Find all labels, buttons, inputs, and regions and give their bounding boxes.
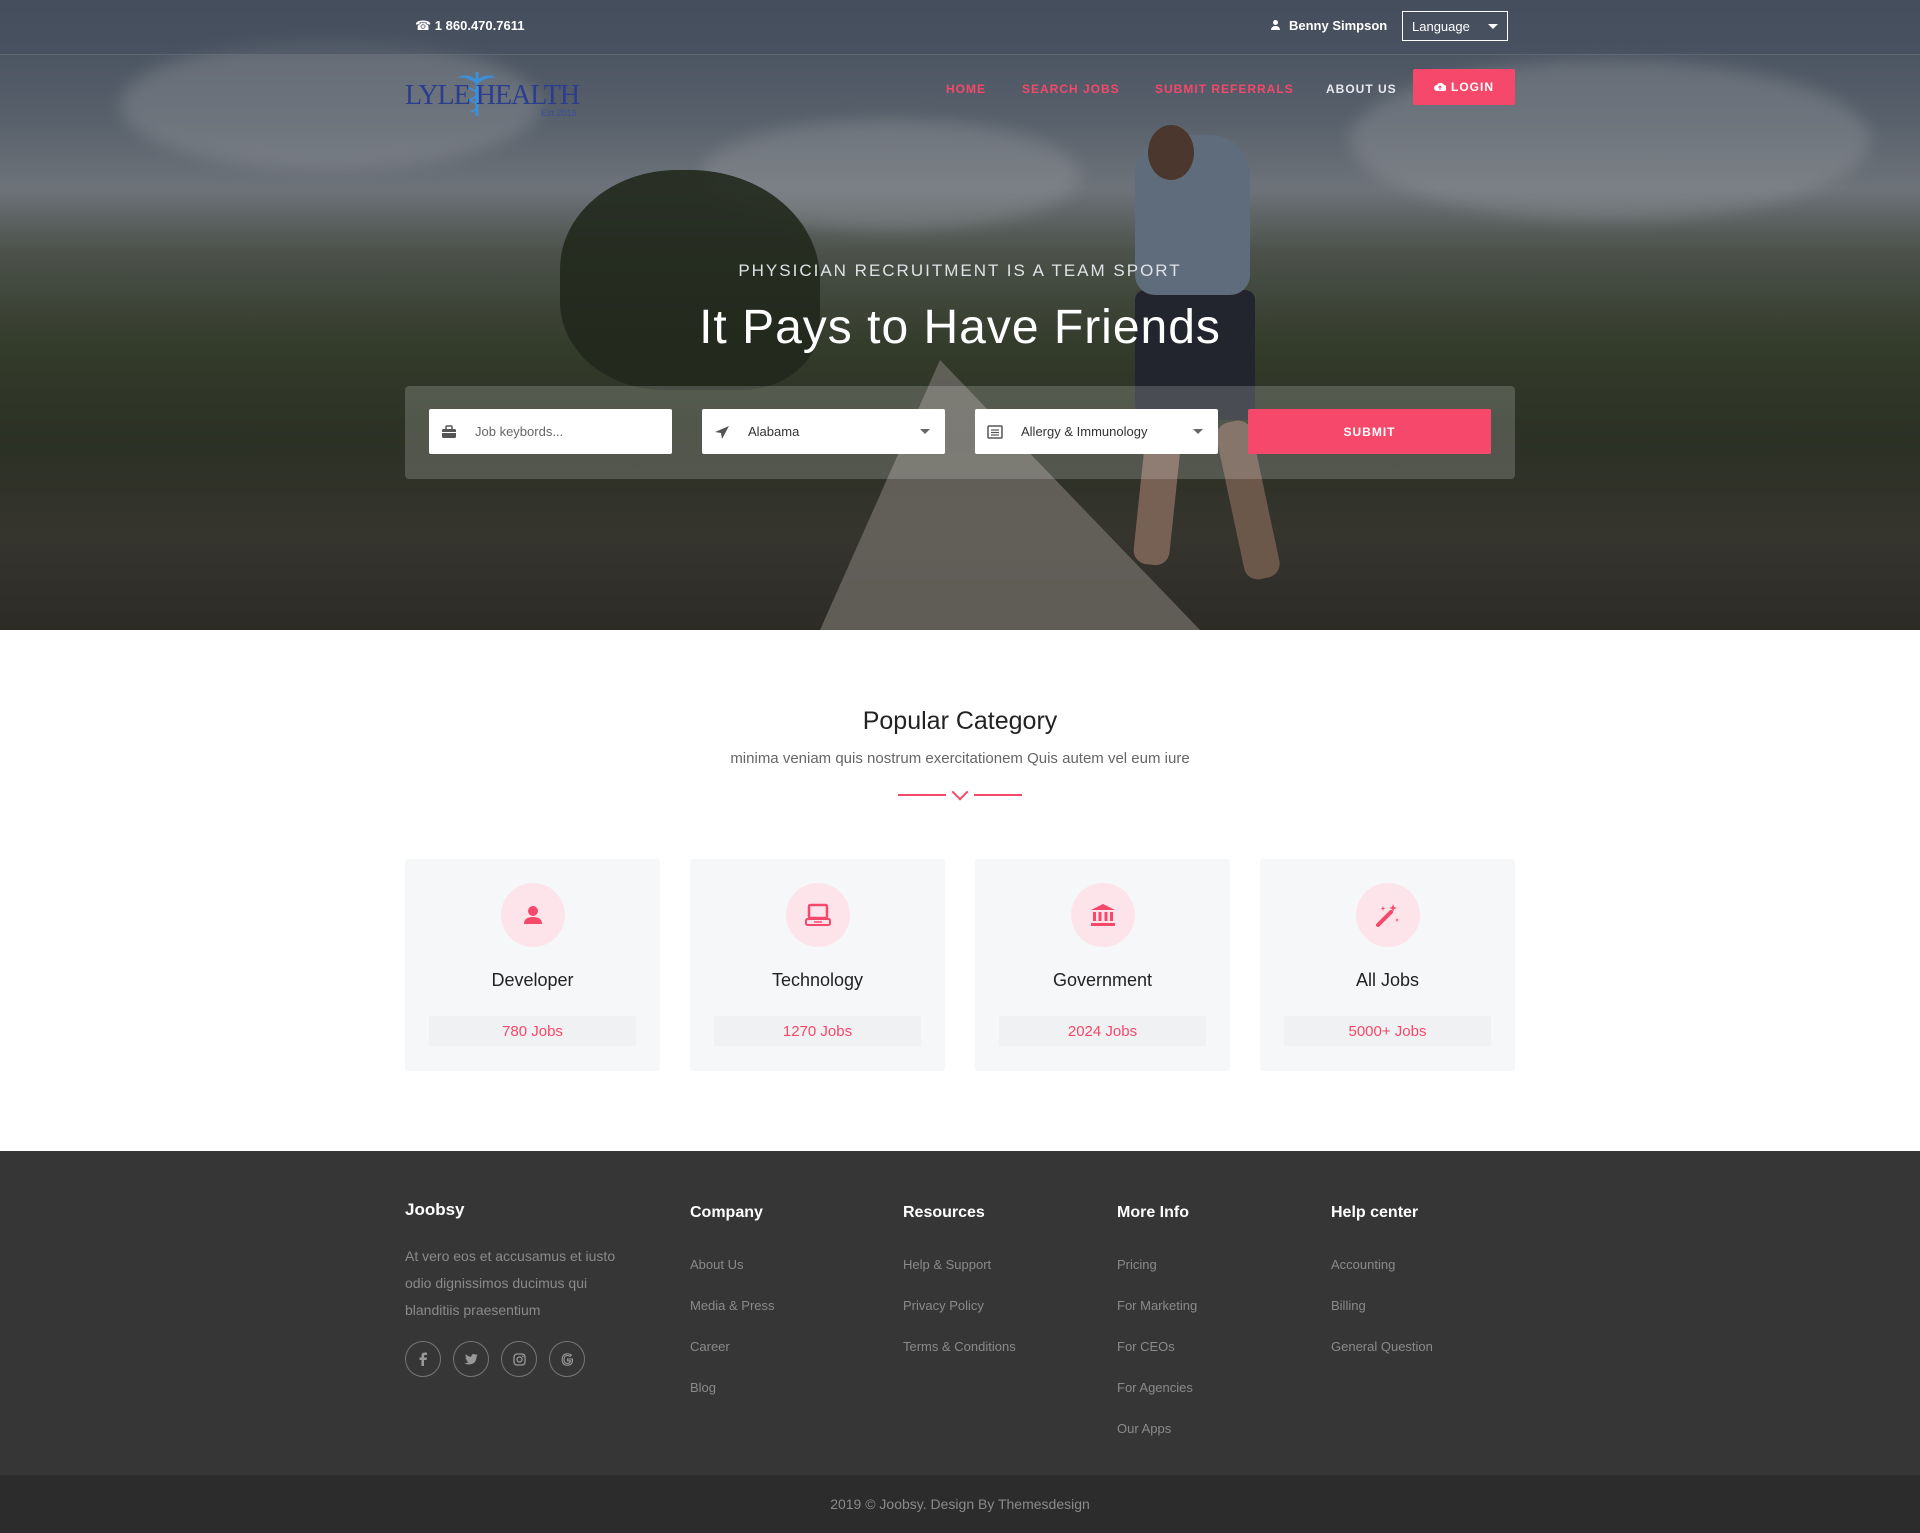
- phone-number[interactable]: ☎ 1 860.470.7611: [415, 18, 524, 34]
- state-select[interactable]: Alabama: [702, 409, 945, 454]
- chevron-down-icon: [1193, 429, 1203, 434]
- hero-tagline: PHYSICIAN RECRUITMENT IS A TEAM SPORT: [738, 261, 1182, 280]
- briefcase-icon: [442, 424, 456, 438]
- location-arrow-icon: [715, 425, 729, 439]
- chevron-down-icon: [920, 429, 930, 434]
- laptop-icon: [805, 903, 831, 926]
- bank-icon: [1091, 904, 1115, 926]
- footer-link-for-ceos[interactable]: For CEOs: [1117, 1339, 1175, 1354]
- caret-down-icon: [1488, 23, 1498, 29]
- category-card-technology[interactable]: Technology 1270 Jobs: [690, 859, 945, 1071]
- category-card-all-jobs[interactable]: All Jobs 5000+ Jobs: [1260, 859, 1515, 1071]
- category-count: 2024 Jobs: [999, 1016, 1206, 1046]
- footer-link-pricing[interactable]: Pricing: [1117, 1257, 1157, 1272]
- user-name: Benny Simpson: [1289, 18, 1388, 33]
- footer-bottom-bar: 2019 © Joobsy. Design By Themesdesign: [0, 1475, 1920, 1533]
- footer-link-general-question[interactable]: General Question: [1331, 1339, 1433, 1354]
- category-name: Technology: [771, 970, 864, 990]
- category-card-government[interactable]: Government 2024 Jobs: [975, 859, 1230, 1071]
- google-icon[interactable]: [549, 1341, 585, 1377]
- language-label: Language: [1412, 18, 1470, 34]
- state-value: Alabama: [748, 424, 800, 439]
- nav-search-jobs[interactable]: SEARCH JOBS: [1022, 82, 1120, 96]
- footer-link-accounting[interactable]: Accounting: [1331, 1257, 1395, 1272]
- top-bar: [0, 0, 1920, 55]
- footer-brand: Joobsy: [405, 1200, 465, 1219]
- facebook-icon[interactable]: [405, 1341, 441, 1377]
- footer-link-blog[interactable]: Blog: [690, 1380, 716, 1395]
- footer-link-media-press[interactable]: Media & Press: [690, 1298, 775, 1313]
- user-account[interactable]: Benny Simpson: [1270, 18, 1387, 33]
- instagram-icon[interactable]: [501, 1341, 537, 1377]
- category-count: 5000+ Jobs: [1284, 1016, 1491, 1046]
- category-name: Developer: [491, 970, 574, 990]
- footer-col-more-info-title: More Info: [1117, 1204, 1189, 1221]
- twitter-icon[interactable]: [453, 1341, 489, 1377]
- footer-link-our-apps[interactable]: Our Apps: [1117, 1421, 1171, 1436]
- login-label: LOGIN: [1451, 80, 1494, 94]
- logo-subtext: Est 2016: [541, 108, 577, 118]
- footer-link-billing[interactable]: Billing: [1331, 1298, 1366, 1313]
- magic-wand-icon: [1376, 904, 1399, 927]
- specialty-select[interactable]: Allergy & Immunology: [975, 409, 1218, 454]
- footer-link-privacy-policy[interactable]: Privacy Policy: [903, 1298, 984, 1313]
- footer-link-help-support[interactable]: Help & Support: [903, 1257, 991, 1272]
- list-icon: [987, 424, 1003, 439]
- footer: [0, 1151, 1920, 1475]
- copyright-text: 2019 © Joobsy. Design By Themesdesign: [830, 1496, 1090, 1512]
- login-button[interactable]: LOGIN: [1413, 69, 1515, 105]
- job-search-form: Job keybords... Alabama Allergy & Immuno…: [405, 386, 1515, 479]
- specialty-value: Allergy & Immunology: [1021, 424, 1148, 439]
- category-card-developer[interactable]: Developer 780 Jobs: [405, 859, 660, 1071]
- footer-link-for-marketing[interactable]: For Marketing: [1117, 1298, 1197, 1313]
- category-name: Government: [1052, 970, 1153, 990]
- cloud-upload-icon: [1434, 82, 1446, 91]
- footer-link-career[interactable]: Career: [690, 1339, 730, 1354]
- keyword-placeholder: Job keybords...: [475, 424, 564, 439]
- footer-link-terms[interactable]: Terms & Conditions: [903, 1339, 1016, 1354]
- section-title: Popular Category: [862, 707, 1058, 735]
- nav-submit-referrals[interactable]: SUBMIT REFERRALS: [1155, 82, 1294, 96]
- keyword-input[interactable]: Job keybords...: [429, 409, 672, 454]
- site-logo[interactable]: LYLE HEALTH Est 2016: [405, 68, 595, 120]
- language-select[interactable]: Language: [1402, 11, 1508, 41]
- category-count: 780 Jobs: [429, 1016, 636, 1046]
- user-icon: [1270, 20, 1281, 31]
- footer-col-company-title: Company: [690, 1204, 763, 1221]
- footer-link-for-agencies[interactable]: For Agencies: [1117, 1380, 1193, 1395]
- submit-button[interactable]: SUBMIT: [1248, 409, 1491, 454]
- footer-col-resources-title: Resources: [903, 1204, 985, 1221]
- category-name: All Jobs: [1355, 970, 1420, 990]
- section-divider: [898, 783, 1022, 802]
- category-count: 1270 Jobs: [714, 1016, 921, 1046]
- footer-col-help-center-title: Help center: [1331, 1204, 1419, 1221]
- hero-headline: It Pays to Have Friends: [699, 301, 1221, 354]
- chevron-down-icon: [951, 783, 969, 801]
- nav-home[interactable]: HOME: [946, 82, 986, 96]
- nav-about-us[interactable]: ABOUT US: [1326, 82, 1397, 96]
- section-subtitle: minima veniam quis nostrum exercitatione…: [730, 750, 1190, 767]
- user-icon: [524, 906, 542, 924]
- footer-link-about-us[interactable]: About Us: [690, 1257, 743, 1272]
- footer-description: At vero eos et accusamus et iusto odio d…: [405, 1248, 616, 1318]
